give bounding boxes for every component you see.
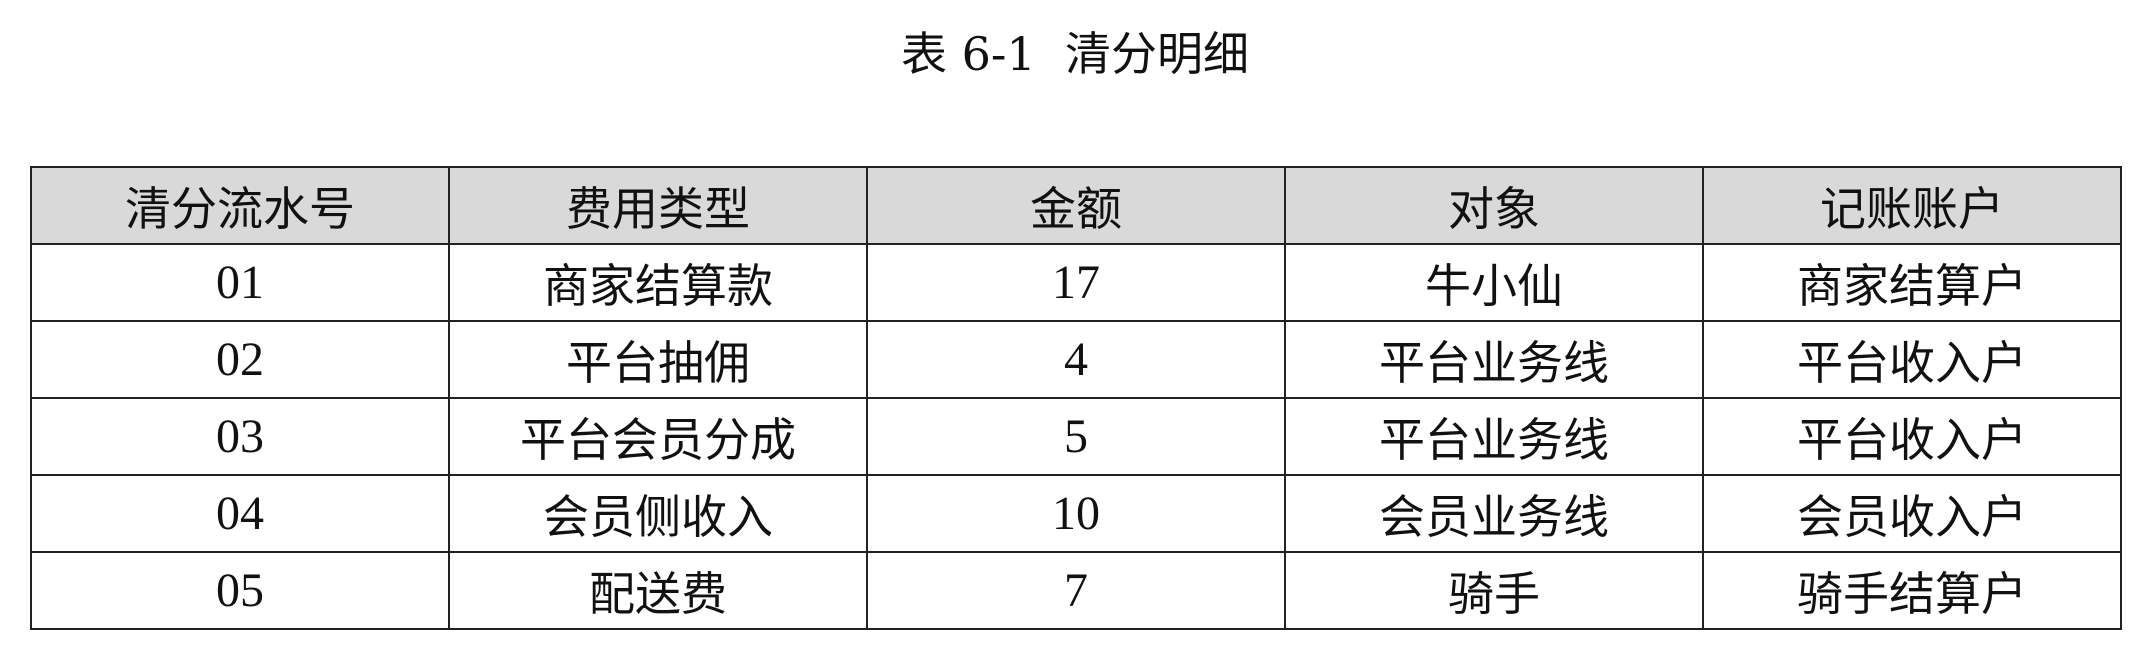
header-amount: 金额 [866,166,1286,245]
table-header-row: 清分流水号 费用类型 金额 对象 记账账户 [30,166,2122,245]
cell-amount: 4 [866,320,1286,399]
cell-clearing-serial: 04 [30,474,450,553]
cell-object: 骑手 [1284,551,1704,630]
header-fee-type: 费用类型 [448,166,868,245]
cell-account: 骑手结算户 [1702,551,2122,630]
table-row: 01 商家结算款 17 牛小仙 商家结算户 [30,243,2122,322]
clearing-detail-table: 清分流水号 费用类型 金额 对象 记账账户 01 商家结算款 17 牛小仙 商家… [30,166,2122,630]
table-caption: 表 6-1 清分明细 [901,27,1249,81]
cell-object: 会员业务线 [1284,474,1704,553]
cell-amount: 10 [866,474,1286,553]
table-row: 04 会员侧收入 10 会员业务线 会员收入户 [30,474,2122,553]
cell-fee-type: 平台抽佣 [448,320,868,399]
cell-clearing-serial: 02 [30,320,450,399]
cell-object: 平台业务线 [1284,397,1704,476]
cell-amount: 17 [866,243,1286,322]
cell-object: 平台业务线 [1284,320,1704,399]
cell-clearing-serial: 03 [30,397,450,476]
cell-account: 会员收入户 [1702,474,2122,553]
cell-account: 商家结算户 [1702,243,2122,322]
table-row: 02 平台抽佣 4 平台业务线 平台收入户 [30,320,2122,399]
cell-account: 平台收入户 [1702,320,2122,399]
table-row: 05 配送费 7 骑手 骑手结算户 [30,551,2122,630]
cell-fee-type: 平台会员分成 [448,397,868,476]
header-clearing-serial: 清分流水号 [30,166,450,245]
cell-amount: 7 [866,551,1286,630]
header-account: 记账账户 [1702,166,2122,245]
cell-object: 牛小仙 [1284,243,1704,322]
cell-fee-type: 会员侧收入 [448,474,868,553]
cell-account: 平台收入户 [1702,397,2122,476]
cell-fee-type: 商家结算款 [448,243,868,322]
cell-clearing-serial: 01 [30,243,450,322]
cell-fee-type: 配送费 [448,551,868,630]
header-object: 对象 [1284,166,1704,245]
table-row: 03 平台会员分成 5 平台业务线 平台收入户 [30,397,2122,476]
cell-clearing-serial: 05 [30,551,450,630]
cell-amount: 5 [866,397,1286,476]
